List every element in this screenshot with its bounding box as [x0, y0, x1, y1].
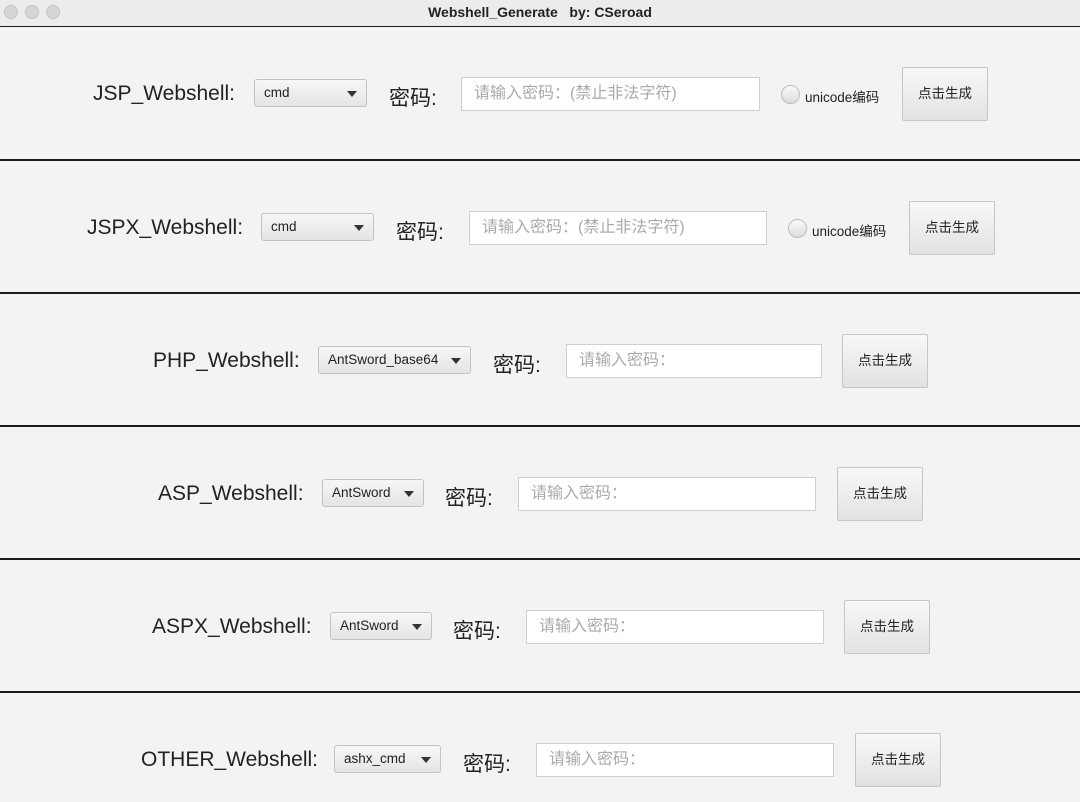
row-jsp: JSP_Webshell: cmd 密码: 请输入密码：(禁止非法字符) uni…: [0, 26, 1080, 159]
jsp-password-input[interactable]: 请输入密码：(禁止非法字符): [461, 77, 760, 111]
chevron-down-icon: [404, 491, 414, 497]
jsp-generate-button[interactable]: 点击生成: [902, 67, 988, 121]
asp-password-label: 密码:: [445, 487, 493, 510]
php-password-label: 密码:: [493, 354, 541, 377]
aspx-webshell-label: ASPX_Webshell:: [152, 615, 312, 638]
row-jspx: JSPX_Webshell: cmd 密码: 请输入密码：(禁止非法字符) un…: [0, 159, 1080, 292]
aspx-type-select[interactable]: AntSword: [330, 612, 432, 640]
chevron-down-icon: [412, 624, 422, 630]
jspx-unicode-label: unicode编码: [812, 224, 887, 239]
jspx-password-input[interactable]: 请输入密码：(禁止非法字符): [469, 211, 767, 245]
jspx-type-select[interactable]: cmd: [261, 213, 374, 241]
other-webshell-label: OTHER_Webshell:: [141, 748, 319, 771]
aspx-generate-button[interactable]: 点击生成: [844, 600, 930, 654]
asp-type-value: AntSword: [332, 485, 391, 500]
asp-password-input[interactable]: 请输入密码：: [518, 477, 816, 511]
chevron-down-icon: [421, 757, 431, 763]
other-type-select[interactable]: ashx_cmd: [334, 745, 441, 773]
jspx-webshell-label: JSPX_Webshell:: [87, 216, 244, 239]
asp-generate-button[interactable]: 点击生成: [837, 467, 923, 521]
row-other: OTHER_Webshell: ashx_cmd 密码: 请输入密码： 点击生成: [0, 691, 1080, 802]
other-generate-button[interactable]: 点击生成: [855, 733, 941, 787]
jsp-type-select[interactable]: cmd: [254, 79, 367, 107]
php-password-input[interactable]: 请输入密码：: [566, 344, 822, 378]
php-webshell-label: PHP_Webshell:: [153, 349, 300, 372]
php-generate-button[interactable]: 点击生成: [842, 334, 928, 388]
jsp-type-value: cmd: [264, 85, 290, 100]
asp-type-select[interactable]: AntSword: [322, 479, 424, 507]
aspx-password-input[interactable]: 请输入密码：: [526, 610, 824, 644]
jsp-webshell-label: JSP_Webshell:: [93, 82, 236, 105]
asp-webshell-label: ASP_Webshell:: [158, 482, 304, 505]
php-type-value: AntSword_base64: [328, 352, 439, 367]
window-title: Webshell_Generate by: CSeroad: [428, 4, 652, 20]
jspx-unicode-radio[interactable]: [788, 219, 807, 238]
jspx-generate-button[interactable]: 点击生成: [909, 201, 995, 255]
jsp-password-label: 密码:: [389, 87, 437, 110]
row-aspx: ASPX_Webshell: AntSword 密码: 请输入密码： 点击生成: [0, 558, 1080, 691]
jspx-type-value: cmd: [271, 219, 297, 234]
title-bar: Webshell_Generate by: CSeroad: [0, 0, 1080, 27]
chevron-down-icon: [354, 225, 364, 231]
jsp-unicode-radio[interactable]: [781, 85, 800, 104]
php-type-select[interactable]: AntSword_base64: [318, 346, 471, 374]
other-password-input[interactable]: 请输入密码：: [536, 743, 834, 777]
app-window: Webshell_Generate by: CSeroad JSP_Webshe…: [0, 0, 1080, 802]
jsp-unicode-label: unicode编码: [805, 90, 880, 105]
other-type-value: ashx_cmd: [344, 751, 406, 766]
aspx-password-label: 密码:: [453, 620, 501, 643]
jspx-password-label: 密码:: [396, 221, 444, 244]
other-password-label: 密码:: [463, 753, 511, 776]
aspx-type-value: AntSword: [340, 618, 399, 633]
row-php: PHP_Webshell: AntSword_base64 密码: 请输入密码：…: [0, 292, 1080, 425]
chevron-down-icon: [451, 358, 461, 364]
chevron-down-icon: [347, 91, 357, 97]
row-asp: ASP_Webshell: AntSword 密码: 请输入密码： 点击生成: [0, 425, 1080, 558]
